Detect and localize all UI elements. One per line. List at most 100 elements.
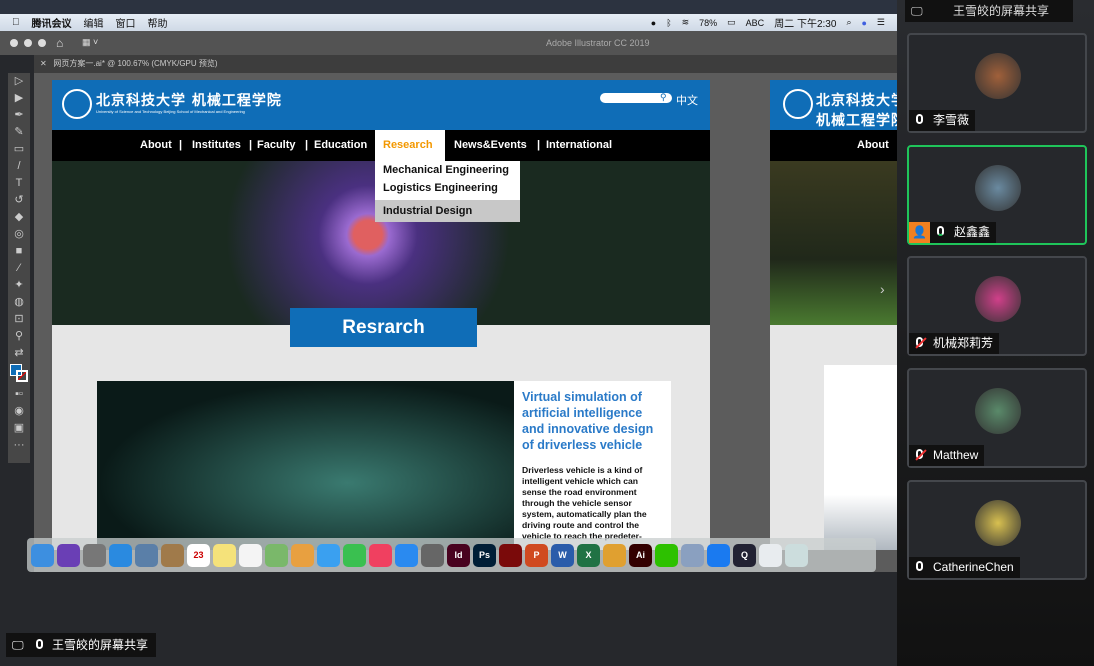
curvature-tool-icon[interactable]: ✎ (8, 124, 30, 141)
finder-icon[interactable] (31, 543, 54, 567)
clock[interactable]: 周二 下午2:30 (774, 15, 836, 30)
nav-about[interactable]: About (857, 139, 889, 151)
quicktime-icon[interactable]: Q (733, 543, 756, 567)
rotate-tool-icon[interactable]: ↺ (8, 192, 30, 209)
participants-panel: 王雪皎的屏幕共享 🖵 李雪薇 👤 赵鑫鑫机械郑莉芳 Matthew CatherineCh… (897, 0, 1094, 666)
rectangle-tool-icon[interactable]: ▭ (8, 141, 30, 158)
nav-faculty[interactable]: Faculty (257, 139, 296, 151)
nav-about[interactable]: About (140, 139, 172, 151)
menu-window[interactable]: 窗口 (116, 15, 136, 30)
name-label: 李雪薇 (933, 113, 970, 127)
dropdown-item[interactable]: Logistics Engineering (375, 179, 520, 200)
share-label: 王雪皎的屏幕共享 (953, 4, 1050, 18)
more-tools-icon[interactable]: ··· (8, 437, 30, 454)
participant-tile[interactable]: CatherineChen (907, 480, 1087, 580)
wifi-icon[interactable]: ≋ (682, 17, 690, 28)
maps-icon[interactable] (265, 543, 288, 567)
screen-share-icon: 🖵 (911, 4, 923, 18)
artboard-canvas[interactable]: 北京科技大学 机械工程学院 University of Science and … (34, 73, 897, 572)
nav-news-events[interactable]: News&Events (454, 139, 527, 151)
zoom-window-button[interactable] (38, 39, 46, 47)
minimize-window-button[interactable] (24, 39, 32, 47)
language-link[interactable]: 中文 (676, 92, 698, 108)
wechat-icon[interactable]: ● (651, 18, 656, 28)
safari-icon[interactable] (109, 543, 132, 567)
word-icon[interactable]: W (551, 543, 574, 567)
archiver-icon[interactable] (603, 543, 626, 567)
nav-institutes[interactable]: Institutes (192, 139, 241, 151)
system-preferences-icon[interactable] (421, 543, 444, 567)
notification-center-icon[interactable]: ☰ (877, 17, 885, 28)
home-icon[interactable]: ⌂ (56, 36, 63, 50)
photos-icon[interactable] (291, 543, 314, 567)
music-icon[interactable] (369, 543, 392, 567)
nav-international[interactable]: International (546, 139, 612, 151)
puppet-warp-tool-icon[interactable]: ✦ (8, 277, 30, 294)
pen-tool-icon[interactable]: ✒ (8, 107, 30, 124)
facetime-icon[interactable] (343, 543, 366, 567)
dropdown-item[interactable]: Mechanical Engineering (375, 161, 520, 179)
shape-builder-tool-icon[interactable]: ◎ (8, 226, 30, 243)
siri-icon[interactable] (57, 543, 80, 567)
photoshop-icon[interactable]: Ps (473, 543, 496, 567)
illustrator-icon[interactable]: Ai (629, 543, 652, 567)
selection-tool-icon[interactable]: ▷ (8, 73, 30, 90)
launchpad-icon[interactable] (83, 543, 106, 567)
reminders-icon[interactable] (239, 543, 262, 567)
card-title[interactable]: Virtual simulation of artificial intelli… (522, 389, 663, 453)
contacts-icon[interactable] (161, 543, 184, 567)
notes-icon[interactable] (213, 543, 236, 567)
close-window-button[interactable] (10, 39, 18, 47)
excel-icon[interactable]: X (577, 543, 600, 567)
screen-share-tile[interactable]: 王雪皎的屏幕共享 🖵 (905, 0, 1073, 22)
participant-tile[interactable]: 李雪薇 (907, 33, 1087, 133)
fill-stroke-swatch[interactable] (8, 362, 30, 386)
siri-icon[interactable]: ● (861, 18, 866, 28)
input-source[interactable]: ABC (746, 18, 765, 28)
trash-icon[interactable] (785, 543, 808, 567)
zoom-tool-icon[interactable]: ⚲ (8, 328, 30, 345)
menu-help[interactable]: 帮助 (148, 15, 168, 30)
screen-mode-icon[interactable]: ▣ (8, 420, 30, 437)
eyedropper-tool-icon[interactable]: ⁄ (8, 260, 30, 277)
preview-icon[interactable] (135, 543, 158, 567)
spotlight-icon[interactable]: ⌕ (846, 17, 851, 28)
eraser-tool-icon[interactable]: ◆ (8, 209, 30, 226)
draw-mode-icon[interactable]: ◉ (8, 403, 30, 420)
calendar-icon[interactable]: 23 (187, 543, 210, 567)
direct-selection-tool-icon[interactable]: ▶ (8, 90, 30, 107)
swap-fill-stroke-icon[interactable]: ⇄ (8, 345, 30, 362)
gradient-tool-icon[interactable]: ■ (8, 243, 30, 260)
participant-tile[interactable]: 机械郑莉芳 (907, 256, 1087, 356)
bluetooth-icon[interactable]: ᛒ (666, 18, 671, 28)
powerpoint-icon[interactable]: P (525, 543, 548, 567)
blend-tool-icon[interactable]: ◍ (8, 294, 30, 311)
downloads-icon[interactable] (759, 543, 782, 567)
participant-tile[interactable]: 👤 赵鑫鑫 (907, 145, 1087, 245)
next-slide-icon[interactable]: › (880, 281, 885, 297)
dropdown-item-hover[interactable]: Industrial Design (375, 200, 520, 222)
color-mode-icon[interactable]: ▪▫ (8, 386, 30, 403)
tencent-meeting-icon[interactable] (707, 543, 730, 567)
nav-education[interactable]: Education (314, 139, 367, 151)
workspace-switcher-icon[interactable]: ▦ ˅ (82, 37, 98, 48)
battery-percent[interactable]: 78% (699, 18, 717, 28)
paintbrush-tool-icon[interactable]: / (8, 158, 30, 175)
nav-research[interactable]: Research (375, 130, 445, 161)
apple-icon[interactable]:  (12, 17, 20, 28)
acrobat-icon[interactable] (499, 543, 522, 567)
search-icon[interactable]: ⚲ (660, 92, 667, 103)
messages-icon[interactable] (317, 543, 340, 567)
document-tab[interactable]: ✕ 网页方案一.ai* @ 100.67% (CMYK/GPU 预览) (34, 55, 897, 73)
participant-tile[interactable]: Matthew (907, 368, 1087, 468)
type-tool-icon[interactable]: T (8, 175, 30, 192)
menu-app[interactable]: 腾讯会议 (32, 15, 72, 30)
artboard-tool-icon[interactable]: ⊡ (8, 311, 30, 328)
wechat-icon[interactable] (655, 543, 678, 567)
image-capture-icon[interactable] (681, 543, 704, 567)
indesign-icon[interactable]: Id (447, 543, 470, 567)
close-tab-icon[interactable]: ✕ (40, 59, 49, 68)
app-store-icon[interactable] (395, 543, 418, 567)
menu-edit[interactable]: 编辑 (84, 15, 104, 30)
site-name-cn: 北京科技大学 机械工程学院 (96, 93, 282, 109)
